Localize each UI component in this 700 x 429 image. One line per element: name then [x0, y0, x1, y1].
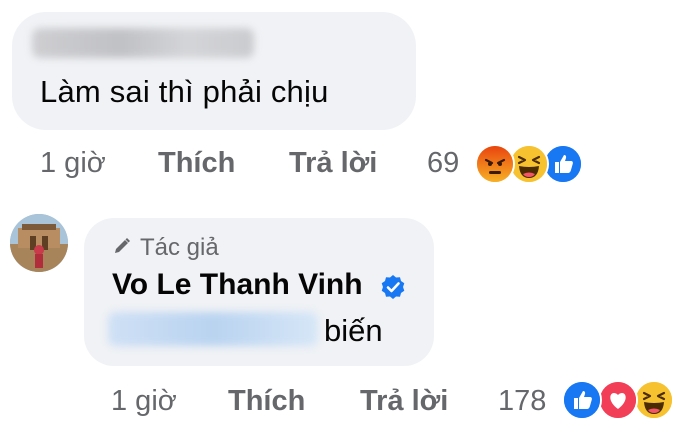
- reply-button[interactable]: Trả lời: [360, 385, 448, 418]
- reply-button[interactable]: Trả lời: [289, 147, 377, 180]
- like-reaction-icon[interactable]: [562, 380, 602, 420]
- author-name[interactable]: Vo Le Thanh Vinh: [112, 268, 363, 302]
- reply-bubble: Tác giả Vo Le Thanh Vinh biến: [84, 218, 434, 366]
- haha-reaction-icon[interactable]: [509, 144, 549, 184]
- comment-bubble: Làm sai thì phải chịu: [12, 12, 416, 130]
- angry-reaction-icon[interactable]: [475, 144, 515, 184]
- reaction-count[interactable]: 178: [498, 385, 546, 418]
- comment-text: Làm sai thì phải chịu: [40, 74, 329, 109]
- author-name-redacted[interactable]: [32, 28, 254, 58]
- like-button[interactable]: Thích: [228, 385, 305, 418]
- like-button[interactable]: Thích: [158, 147, 235, 180]
- haha-reaction-icon[interactable]: [634, 380, 674, 420]
- love-reaction-icon[interactable]: [598, 380, 638, 420]
- like-reaction-icon[interactable]: [543, 144, 583, 184]
- pencil-icon: [115, 238, 130, 253]
- timestamp-link[interactable]: 1 giờ: [111, 385, 177, 418]
- reply-text: biến: [324, 313, 383, 348]
- avatar[interactable]: [10, 214, 68, 272]
- reaction-count[interactable]: 69: [427, 147, 459, 180]
- verified-badge-icon: [381, 275, 405, 299]
- author-badge: Tác giả: [140, 234, 219, 261]
- timestamp-link[interactable]: 1 giờ: [40, 147, 106, 180]
- reply-text-redacted: [108, 312, 318, 346]
